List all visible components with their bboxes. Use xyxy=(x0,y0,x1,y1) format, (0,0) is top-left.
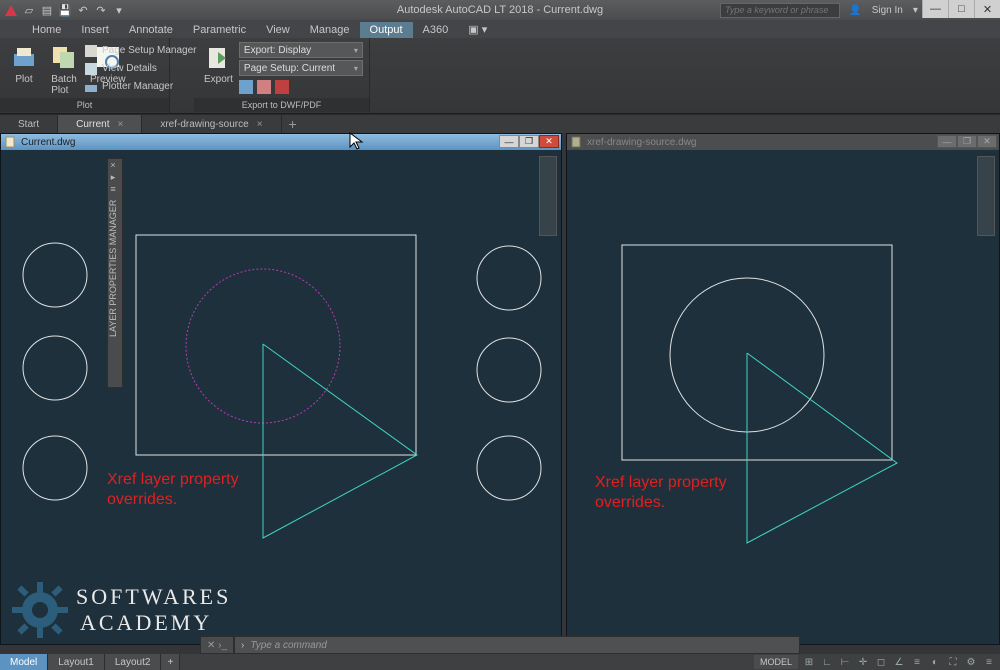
doc-title: xref-drawing-source.dwg xyxy=(587,137,697,148)
file-tab-add-button[interactable]: + xyxy=(282,115,304,133)
plot-icon xyxy=(10,44,38,72)
file-tab-start[interactable]: Start xyxy=(0,115,58,133)
export-pdf-icon[interactable] xyxy=(275,80,289,94)
doc-close-button[interactable]: ✕ xyxy=(539,135,559,148)
infocenter-icon[interactable]: 👤 xyxy=(845,5,865,16)
command-line-handle-icon[interactable]: ✕ ›_ xyxy=(200,636,234,654)
layout-tab-model[interactable]: Model xyxy=(0,654,48,670)
export-button[interactable]: Export xyxy=(198,40,239,96)
doc-titlebar-xref[interactable]: xref-drawing-source.dwg — ❐ ✕ xyxy=(567,134,999,150)
panel-title-export: Export to DWF/PDF xyxy=(194,98,369,112)
plot-panel-options: Page Setup Manager View Details Plotter … xyxy=(80,40,201,95)
redo-icon[interactable]: ↷ xyxy=(94,3,108,17)
ribbon-tab-strip: Home Insert Annotate Parametric View Man… xyxy=(0,20,1000,38)
command-placeholder: Type a command xyxy=(250,640,327,651)
tab-annotate[interactable]: Annotate xyxy=(119,22,183,38)
export-dwfx-icon[interactable] xyxy=(257,80,271,94)
export-dwf-icon[interactable] xyxy=(239,80,253,94)
doc-close-button[interactable]: ✕ xyxy=(977,135,997,148)
layout-tab-layout1[interactable]: Layout1 xyxy=(48,654,105,670)
status-bar: Model Layout1 Layout2 + MODEL ⊞ ∟ ⊢ ✛ ◻ … xyxy=(0,654,1000,670)
doc-minimize-button[interactable]: — xyxy=(937,135,957,148)
transparency-icon[interactable]: ◐ xyxy=(928,655,942,669)
doc-window-current: Current.dwg — ❐ ✕ LAYER PROPERTIES MANAG… xyxy=(0,133,562,645)
window-minimize-button[interactable]: — xyxy=(922,0,948,18)
tab-output[interactable]: Output xyxy=(360,22,413,38)
canvas-xref[interactable]: Xref layer property overrides. xyxy=(567,150,999,644)
ribbon-extra-icon[interactable]: ▣ ▾ xyxy=(458,21,497,38)
command-caret-icon: › xyxy=(241,640,244,651)
tab-parametric[interactable]: Parametric xyxy=(183,22,256,38)
tab-insert[interactable]: Insert xyxy=(71,22,119,38)
view-details-icon xyxy=(84,62,98,76)
new-icon[interactable]: ▱ xyxy=(22,3,36,17)
doc-window-xref: xref-drawing-source.dwg — ❐ ✕ Xref layer… xyxy=(566,133,1000,645)
doc-restore-button[interactable]: ❐ xyxy=(957,135,977,148)
search-input[interactable] xyxy=(720,3,840,18)
canvas-current[interactable]: LAYER PROPERTIES MANAGER × ▸ ≡ xyxy=(1,150,561,644)
page-setup-combo[interactable]: Page Setup: Current xyxy=(239,60,363,76)
page-setup-manager-button[interactable]: Page Setup Manager xyxy=(80,42,201,59)
xref-override-label: Xref layer property overrides. xyxy=(595,473,727,513)
doc-title: Current.dwg xyxy=(21,137,75,148)
grid-icon[interactable]: ⊞ xyxy=(802,655,816,669)
batch-plot-button[interactable]: Batch Plot xyxy=(44,40,84,100)
app-title-bar: ▱ ▤ 💾 ↶ ↷ ▾ Autodesk AutoCAD LT 2018 - C… xyxy=(0,0,1000,20)
save-icon[interactable]: 💾 xyxy=(58,3,72,17)
exchange-icon[interactable]: ▾ xyxy=(909,5,922,16)
undo-icon[interactable]: ↶ xyxy=(76,3,90,17)
app-logo-icon[interactable] xyxy=(2,2,18,18)
doc-restore-button[interactable]: ❐ xyxy=(519,135,539,148)
plotter-manager-icon xyxy=(84,80,98,94)
doc-icon xyxy=(5,136,17,148)
layout-tab-layout2[interactable]: Layout2 xyxy=(105,654,162,670)
export-icon xyxy=(204,44,232,72)
plot-button[interactable]: Plot xyxy=(4,40,44,100)
drawing-geometry xyxy=(1,150,561,644)
doc-titlebar-current[interactable]: Current.dwg — ❐ ✕ xyxy=(1,134,561,150)
snap-icon[interactable]: ∟ xyxy=(820,655,834,669)
page-setup-icon xyxy=(84,44,98,58)
plotter-manager-button[interactable]: Plotter Manager xyxy=(80,78,201,95)
file-tab-strip: Start Current xref-drawing-source + xyxy=(0,114,1000,133)
customize-icon[interactable]: ≡ xyxy=(982,655,996,669)
ortho-icon[interactable]: ⊢ xyxy=(838,655,852,669)
osnap-icon[interactable]: ◻ xyxy=(874,655,888,669)
workspace-icon[interactable]: ⚙ xyxy=(964,655,978,669)
export-display-combo[interactable]: Export: Display xyxy=(239,42,363,58)
annotation-icon[interactable]: ⛶ xyxy=(946,655,960,669)
polar-icon[interactable]: ✛ xyxy=(856,655,870,669)
doc-minimize-button[interactable]: — xyxy=(499,135,519,148)
tab-view[interactable]: View xyxy=(256,22,300,38)
layout-tab-add-button[interactable]: + xyxy=(161,654,180,670)
command-line[interactable]: ✕ ›_ › Type a command xyxy=(200,636,800,654)
tab-manage[interactable]: Manage xyxy=(300,22,360,38)
open-icon[interactable]: ▤ xyxy=(40,3,54,17)
view-details-button[interactable]: View Details xyxy=(80,60,201,77)
mouse-cursor-icon xyxy=(349,132,365,152)
window-close-button[interactable]: ✕ xyxy=(974,0,1000,18)
signin-button[interactable]: Sign In xyxy=(868,5,907,16)
batch-plot-icon xyxy=(50,44,78,72)
window-maximize-button[interactable]: □ xyxy=(948,0,974,18)
xref-override-label: Xref layer property overrides. xyxy=(107,470,239,510)
otrack-icon[interactable]: ∠ xyxy=(892,655,906,669)
status-model-chip[interactable]: MODEL xyxy=(754,655,798,669)
qat-dropdown-icon[interactable]: ▾ xyxy=(112,3,126,17)
tab-home[interactable]: Home xyxy=(22,22,71,38)
drawing-geometry xyxy=(567,150,997,644)
panel-title-plot: Plot xyxy=(0,98,169,112)
file-tab-xref[interactable]: xref-drawing-source xyxy=(142,115,281,133)
workspace: Current.dwg — ❐ ✕ LAYER PROPERTIES MANAG… xyxy=(0,133,1000,645)
lineweight-icon[interactable]: ≡ xyxy=(910,655,924,669)
tab-a360[interactable]: A360 xyxy=(413,22,459,38)
doc-icon xyxy=(571,136,583,148)
file-tab-current[interactable]: Current xyxy=(58,115,142,133)
